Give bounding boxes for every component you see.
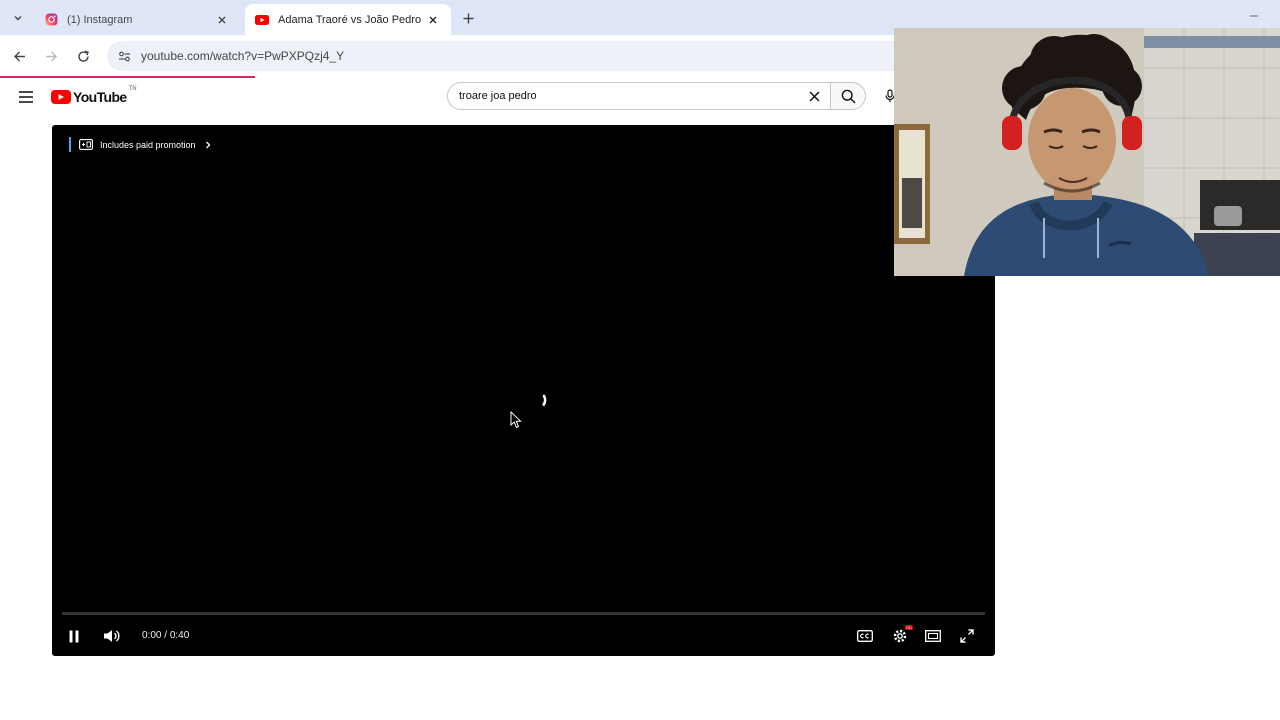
search-icon (841, 89, 855, 103)
video-player[interactable]: Includes paid promotion 0:00 / 0:40 HD (52, 125, 995, 656)
mute-button[interactable] (98, 624, 124, 648)
reload-button[interactable] (73, 46, 93, 66)
guide-menu-button[interactable] (16, 87, 36, 107)
reload-icon (77, 50, 89, 62)
fullscreen-button[interactable] (954, 624, 980, 648)
tab-instagram[interactable]: (1) Instagram (34, 4, 240, 35)
tab-youtube-video[interactable]: Adama Traoré vs João Pedro HD (245, 4, 451, 35)
time-separator: / (161, 630, 170, 641)
search-button[interactable] (830, 82, 866, 110)
tab-search-button[interactable] (8, 8, 28, 28)
tab-title: (1) Instagram (67, 13, 133, 26)
window-minimize-button[interactable] (1246, 8, 1262, 24)
tab-title: Adama Traoré vs João Pedro HD (278, 13, 425, 26)
hd-quality-badge: HD (905, 625, 913, 630)
paid-promotion-badge[interactable]: Includes paid promotion (69, 137, 211, 152)
chevron-down-icon (14, 16, 22, 21)
paid-promotion-icon (79, 139, 93, 150)
youtube-logo[interactable]: YouTube TN (51, 86, 137, 107)
country-code: TN (128, 86, 137, 92)
captions-icon (857, 630, 873, 642)
instagram-icon (44, 13, 58, 27)
minimize-icon (1250, 15, 1258, 17)
loading-spinner-icon (536, 394, 547, 410)
time-display: 0:00 / 0:40 (142, 630, 189, 641)
webcam-overlay (894, 28, 1280, 276)
arrow-left-icon (13, 51, 25, 61)
arrow-right-icon (45, 51, 57, 61)
settings-icon (893, 629, 907, 643)
youtube-icon (255, 13, 269, 27)
address-bar[interactable]: youtube.com/watch?v=PwPXPQzj4_Y (107, 41, 907, 71)
theater-mode-button[interactable] (920, 624, 946, 648)
chevron-right-icon (205, 141, 211, 149)
url-text: youtube.com/watch?v=PwPXPQzj4_Y (141, 49, 345, 63)
webcam-feed-image (894, 28, 1280, 276)
pause-icon (69, 630, 79, 642)
player-controls: 0:00 / 0:40 HD (52, 620, 995, 652)
back-button[interactable] (9, 46, 29, 66)
youtube-play-logo-icon (51, 90, 71, 104)
theater-mode-icon (925, 630, 941, 642)
current-time: 0:00 (142, 630, 162, 641)
site-settings-icon[interactable] (117, 49, 131, 63)
youtube-wordmark: YouTube (73, 89, 127, 105)
fullscreen-icon (960, 629, 974, 643)
settings-button[interactable]: HD (887, 624, 913, 648)
pause-button[interactable] (61, 624, 87, 648)
plus-icon (463, 13, 473, 23)
new-tab-button[interactable] (458, 8, 478, 28)
close-icon (808, 90, 820, 102)
hamburger-menu-icon (19, 91, 33, 103)
close-tab-icon[interactable] (425, 12, 441, 28)
search-query: troare joa pedro (459, 90, 537, 102)
video-progress-bar[interactable] (62, 612, 985, 615)
search-input[interactable]: troare joa pedro (447, 82, 831, 110)
close-tab-icon[interactable] (214, 12, 230, 28)
duration: 0:40 (169, 630, 190, 641)
forward-button[interactable] (41, 46, 61, 66)
paid-promotion-label: Includes paid promotion (100, 139, 196, 150)
clear-search-button[interactable] (801, 83, 827, 109)
captions-button[interactable] (852, 624, 878, 648)
mouse-cursor-icon (510, 411, 522, 429)
volume-icon (103, 630, 120, 642)
